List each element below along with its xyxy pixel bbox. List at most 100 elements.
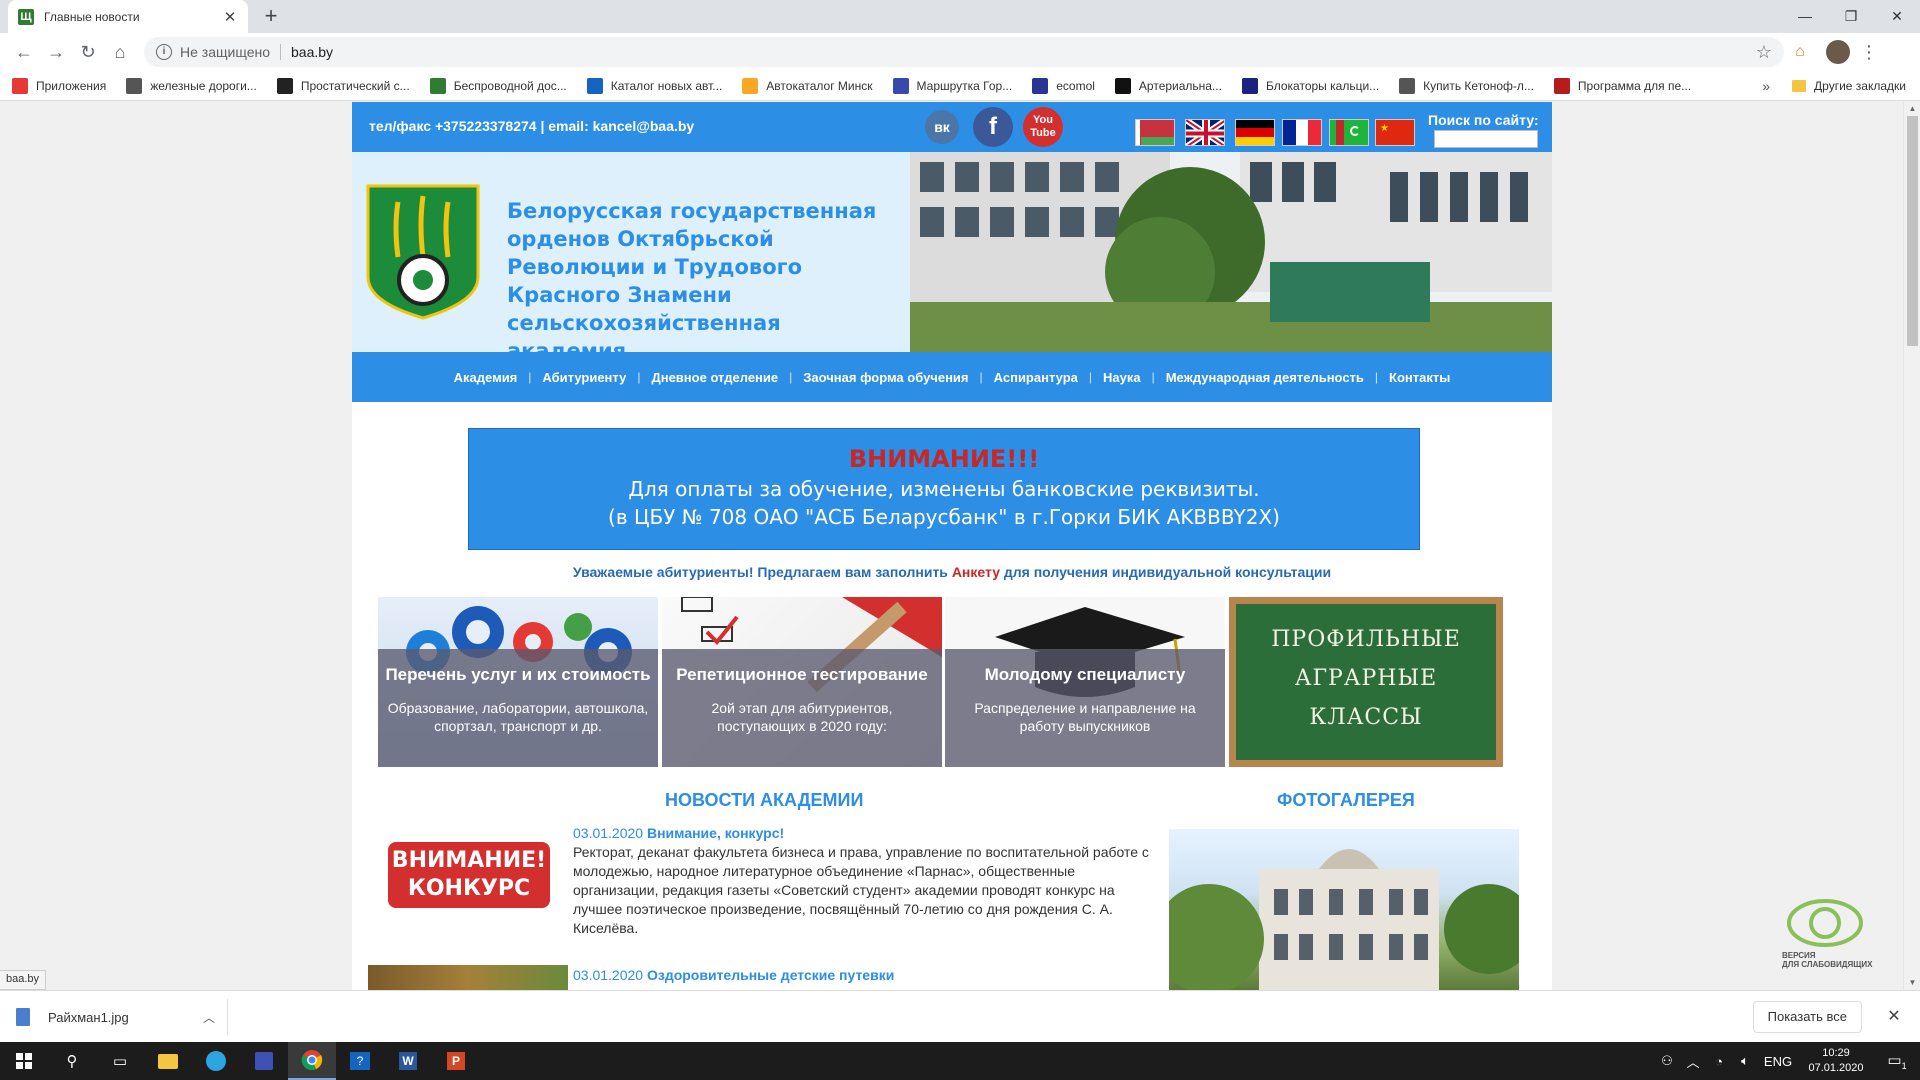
save-disk-icon[interactable]	[240, 1042, 288, 1080]
gallery-photo[interactable]	[1169, 829, 1519, 990]
chevron-up-icon[interactable]: ︿	[1680, 1052, 1706, 1071]
clock[interactable]: 10:29 07.01.2020	[1798, 1046, 1874, 1076]
bookmark-item[interactable]: Купить Кетоноф-л...	[1399, 77, 1534, 94]
powerpoint-icon[interactable]: P	[432, 1042, 480, 1080]
bookmark-item[interactable]: ecomol	[1032, 77, 1095, 94]
download-item[interactable]: Райхман1.jpg ︿	[16, 999, 228, 1035]
organization-name: Белорусская государственная орденов Октя…	[507, 199, 877, 363]
language-indicator[interactable]: ENG	[1758, 1054, 1798, 1069]
info-icon[interactable]: i	[156, 44, 172, 60]
close-window-button[interactable]: ✕	[1874, 0, 1920, 33]
news-heading[interactable]: НОВОСТИ АКАДЕМИИ	[665, 790, 863, 811]
news-thumbnail[interactable]	[368, 965, 568, 990]
extension-icon[interactable]: ⌂	[1784, 36, 1816, 68]
more-bookmarks-button[interactable]: »	[1762, 71, 1770, 101]
bookmark-star-icon[interactable]: ☆	[1756, 42, 1772, 63]
nav-item[interactable]: Контакты	[1378, 370, 1461, 385]
notification-icon[interactable]: ▭1	[1874, 1051, 1920, 1071]
address-bar[interactable]: i Не защищено baa.by ☆	[144, 37, 1784, 67]
page-scrollbar[interactable]: ▲ ▼	[1903, 102, 1920, 990]
back-button[interactable]: ←	[8, 36, 40, 68]
bookmark-item[interactable]: Приложения	[12, 77, 106, 94]
bookmark-item[interactable]: Беспроводной дос...	[429, 77, 567, 94]
youtube-icon[interactable]: You Tube	[1023, 107, 1063, 147]
menu-icon[interactable]: ⋮	[1860, 42, 1878, 63]
flag-uk-icon[interactable]	[1185, 119, 1225, 146]
card-services[interactable]: Перечень услуг и их стоимость Образовани…	[378, 597, 658, 767]
new-tab-button[interactable]: +	[258, 4, 284, 30]
news-title-link[interactable]: Оздоровительные детские путевки	[647, 967, 894, 983]
bookmark-item[interactable]: Блокаторы кальци...	[1241, 77, 1379, 94]
url-text[interactable]: baa.by	[291, 44, 1756, 60]
forward-button[interactable]: →	[40, 36, 72, 68]
telegram-icon[interactable]	[192, 1042, 240, 1080]
scroll-up-icon[interactable]: ▲	[1904, 102, 1920, 116]
minimize-button[interactable]: —	[1782, 0, 1828, 33]
flag-france-icon[interactable]	[1282, 119, 1322, 146]
nav-item[interactable]: Наука	[1092, 370, 1152, 385]
globe-icon	[1399, 77, 1416, 94]
ecomol-icon	[1032, 77, 1049, 94]
notification-count: 1	[1901, 1061, 1907, 1071]
nav-item[interactable]: Международная деятельность	[1155, 370, 1375, 385]
flag-china-icon[interactable]: ★	[1375, 119, 1415, 146]
show-all-downloads-button[interactable]: Показать все	[1752, 1001, 1862, 1033]
close-download-bar-icon[interactable]: ✕	[1882, 1001, 1906, 1033]
restore-button[interactable]: ❐	[1828, 0, 1874, 33]
chrome-icon[interactable]	[288, 1042, 336, 1080]
nav-item[interactable]: Дневное отделение	[640, 370, 789, 385]
low-vision-version-button[interactable]: ВЕРСИЯ ДЛЯ СЛАБОВИДЯЩИХ	[1770, 898, 1880, 969]
volume-icon[interactable]: 🔈︎	[1732, 1053, 1758, 1069]
windows-start-icon[interactable]	[0, 1042, 48, 1080]
bookmark-item[interactable]: Артериальна...	[1114, 77, 1222, 94]
word-icon[interactable]: W	[384, 1042, 432, 1080]
chevron-up-icon[interactable]: ︿	[203, 1009, 227, 1026]
survey-link[interactable]: Анкету	[952, 564, 1000, 580]
download-bar: Райхман1.jpg ︿ Показать все ✕	[0, 990, 1920, 1042]
nav-item[interactable]: Абитуриенту	[531, 370, 637, 385]
agrarian-classes-banner[interactable]: ПРОФИЛЬНЫЕ АГРАРНЫЕ КЛАССЫ	[1229, 597, 1503, 767]
file-explorer-icon[interactable]	[144, 1042, 192, 1080]
flag-germany-icon[interactable]	[1235, 119, 1275, 146]
bookmark-item[interactable]: Каталог новых авт...	[586, 77, 722, 94]
lf-icon	[1553, 77, 1570, 94]
home-button[interactable]: ⌂	[104, 36, 136, 68]
invite-suffix: для получения индивидуальной консультаци…	[999, 564, 1332, 580]
bookmark-item[interactable]: Простатический с...	[276, 77, 410, 94]
scroll-thumb[interactable]	[1907, 116, 1918, 346]
card-testing[interactable]: Репетиционное тестирование 2ой этап для …	[662, 597, 942, 767]
network-icon[interactable]: ◔	[1706, 1054, 1732, 1069]
card-young-specialist[interactable]: Молодому специалисту Распределение и нап…	[945, 597, 1225, 767]
other-bookmarks-folder[interactable]: Другие закладки	[1792, 71, 1906, 101]
tab-close-icon[interactable]: ✕	[222, 8, 238, 26]
people-icon[interactable]: ⚇	[1654, 1053, 1680, 1069]
nav-item[interactable]: Академия	[443, 370, 529, 385]
scroll-down-icon[interactable]: ▼	[1904, 976, 1920, 990]
task-view-icon[interactable]: ▭	[96, 1042, 144, 1080]
site-search-input[interactable]	[1434, 130, 1538, 148]
news-title-link[interactable]: Внимание, конкурс!	[647, 825, 784, 841]
nav-item[interactable]: Аспирантура	[983, 370, 1089, 385]
flag-turkmenistan-icon[interactable]	[1329, 119, 1369, 146]
browser-toolbar: ← → ↻ ⌂ i Не защищено baa.by ☆ ⌂ ⋮	[0, 33, 1920, 71]
page-viewport: тел/факс +375223378274 | email: kancel@b…	[0, 102, 1903, 990]
gallery-heading[interactable]: ФОТОГАЛЕРЕЯ	[1277, 790, 1415, 811]
browser-tab[interactable]: Щ Главные новости ✕	[8, 0, 248, 33]
bookmark-item[interactable]: Маршрутка Гор...	[892, 77, 1012, 94]
academy-logo[interactable]	[364, 182, 482, 322]
profile-avatar[interactable]	[1826, 40, 1850, 64]
news-thumbnail[interactable]: ВНИМАНИЕ! КОНКУРС	[388, 842, 550, 908]
reload-button[interactable]: ↻	[72, 36, 104, 68]
search-icon[interactable]: ⚲	[48, 1042, 96, 1080]
site-header: Белорусская государственная орденов Октя…	[352, 152, 1552, 363]
bookmark-item[interactable]: Автокаталог Минск	[742, 77, 873, 94]
card-description: Образование, лаборатории, автошкола, спо…	[387, 700, 649, 734]
help-icon[interactable]: ?	[336, 1042, 384, 1080]
bookmark-item[interactable]: Программа для пе...	[1553, 77, 1691, 94]
bookmark-item[interactable]: железные дороги...	[126, 77, 257, 94]
flag-belarus-icon[interactable]	[1135, 119, 1175, 146]
vk-icon[interactable]: вк	[925, 110, 959, 144]
facebook-icon[interactable]: f	[973, 107, 1013, 147]
feather-icon	[429, 77, 446, 94]
nav-item[interactable]: Заочная форма обучения	[792, 370, 979, 385]
